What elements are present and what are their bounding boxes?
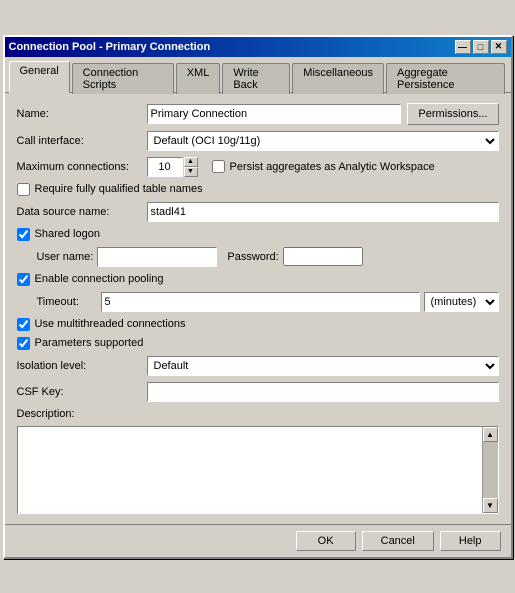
isolation-row: Isolation level: Default Read Committed … [17, 356, 499, 376]
parameters-checkbox[interactable] [17, 337, 30, 350]
maximize-button[interactable]: □ [473, 40, 489, 54]
multithreaded-label: Use multithreaded connections [35, 318, 186, 330]
ok-button[interactable]: OK [296, 531, 356, 551]
timeout-input[interactable] [101, 292, 420, 312]
timeout-row: Timeout: (minutes) (seconds) [37, 292, 499, 312]
timeout-label: Timeout: [37, 296, 97, 308]
datasource-row: Data source name: [17, 202, 499, 222]
csf-key-input[interactable] [147, 382, 499, 402]
timeout-unit-select[interactable]: (minutes) (seconds) [424, 292, 499, 312]
spinner-down-button[interactable]: ▼ [184, 167, 198, 177]
permissions-button[interactable]: Permissions... [407, 103, 498, 125]
require-fqtn-row: Require fully qualified table names [17, 183, 499, 196]
tab-general[interactable]: General [9, 61, 70, 93]
shared-logon-row: Shared logon [17, 228, 499, 241]
max-connections-input[interactable] [147, 157, 183, 177]
shared-logon-label: Shared logon [35, 228, 100, 240]
password-label: Password: [227, 251, 278, 263]
parameters-label: Parameters supported [35, 337, 144, 349]
username-input[interactable] [97, 247, 217, 267]
spinner-up-button[interactable]: ▲ [184, 157, 198, 167]
require-fqtn-checkbox[interactable] [17, 183, 30, 196]
password-input[interactable] [283, 247, 363, 266]
minimize-button[interactable]: — [455, 40, 471, 54]
shared-logon-checkbox[interactable] [17, 228, 30, 241]
description-textarea[interactable] [18, 427, 482, 513]
tab-xml[interactable]: XML [176, 63, 221, 94]
enable-pooling-checkbox[interactable] [17, 273, 30, 286]
scroll-down-button[interactable]: ▼ [483, 498, 498, 513]
description-label-row: Description: [17, 408, 499, 420]
scroll-up-button[interactable]: ▲ [483, 427, 498, 442]
username-label: User name: [37, 251, 94, 263]
tab-write-back[interactable]: Write Back [222, 63, 290, 94]
description-container: ▲ ▼ [17, 426, 499, 514]
description-label: Description: [17, 408, 75, 420]
datasource-label: Data source name: [17, 206, 147, 218]
title-bar-buttons: — □ ✕ [455, 40, 507, 54]
max-connections-label: Maximum connections: [17, 161, 147, 173]
credentials-row: User name: Password: [37, 247, 499, 267]
cancel-button[interactable]: Cancel [362, 531, 434, 551]
tab-connection-scripts[interactable]: Connection Scripts [72, 63, 174, 94]
tab-content: Name: Permissions... Call interface: Def… [5, 93, 511, 524]
name-input[interactable] [147, 104, 402, 124]
isolation-select[interactable]: Default Read Committed Serializable [147, 356, 499, 376]
isolation-label: Isolation level: [17, 360, 147, 372]
datasource-input[interactable] [147, 202, 499, 222]
close-button[interactable]: ✕ [491, 40, 507, 54]
call-interface-row: Call interface: Default (OCI 10g/11g) OC… [17, 131, 499, 151]
call-interface-label: Call interface: [17, 135, 147, 147]
footer: OK Cancel Help [5, 524, 511, 557]
csf-key-label: CSF Key: [17, 386, 147, 398]
help-button[interactable]: Help [440, 531, 501, 551]
name-label: Name: [17, 108, 147, 120]
description-scrollbar: ▲ ▼ [482, 427, 498, 513]
max-connections-row: Maximum connections: ▲ ▼ Persist aggrega… [17, 157, 499, 177]
enable-pooling-label: Enable connection pooling [35, 273, 164, 285]
multithreaded-row: Use multithreaded connections [17, 318, 499, 331]
csf-key-row: CSF Key: [17, 382, 499, 402]
title-bar: Connection Pool - Primary Connection — □… [5, 37, 511, 57]
window-title: Connection Pool - Primary Connection [9, 41, 211, 53]
enable-pooling-row: Enable connection pooling [17, 273, 499, 286]
tab-bar: General Connection Scripts XML Write Bac… [5, 57, 511, 93]
spinner-buttons: ▲ ▼ [184, 157, 198, 177]
require-fqtn-label: Require fully qualified table names [35, 183, 203, 195]
parameters-row: Parameters supported [17, 337, 499, 350]
persist-aggregates-checkbox[interactable] [212, 160, 225, 173]
max-connections-spinner: ▲ ▼ [147, 157, 198, 177]
persist-aggregates-label: Persist aggregates as Analytic Workspace [230, 161, 435, 173]
call-interface-select[interactable]: Default (OCI 10g/11g) OCI 10g/11g OCI 9i [147, 131, 499, 151]
main-window: Connection Pool - Primary Connection — □… [3, 35, 513, 559]
tab-miscellaneous[interactable]: Miscellaneous [292, 63, 384, 94]
name-row: Name: Permissions... [17, 103, 499, 125]
scroll-track [483, 442, 498, 498]
multithreaded-checkbox[interactable] [17, 318, 30, 331]
tab-aggregate-persistence[interactable]: Aggregate Persistence [386, 63, 505, 94]
